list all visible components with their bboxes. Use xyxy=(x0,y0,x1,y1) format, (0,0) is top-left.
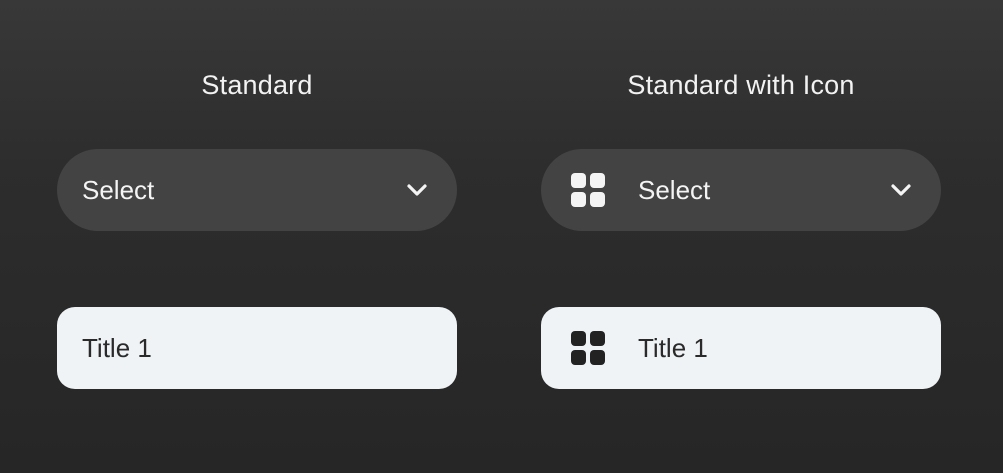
icon-option-item[interactable]: Title 1 xyxy=(541,307,941,389)
chevron-down-icon xyxy=(891,184,911,196)
standard-option-item[interactable]: Title 1 xyxy=(57,307,457,389)
standard-select-dropdown[interactable]: Select xyxy=(57,149,457,231)
option-label: Title 1 xyxy=(638,333,708,363)
grid-icon xyxy=(571,331,605,365)
grid-icon xyxy=(571,173,605,207)
chevron-down-icon xyxy=(407,184,427,196)
option-label: Title 1 xyxy=(82,333,152,363)
select-label: Select xyxy=(638,175,711,205)
select-label: Select xyxy=(82,175,155,205)
standard-with-icon-heading: Standard with Icon xyxy=(627,70,855,100)
icon-select-dropdown[interactable]: Select xyxy=(541,149,941,231)
standard-heading: Standard xyxy=(201,70,313,100)
